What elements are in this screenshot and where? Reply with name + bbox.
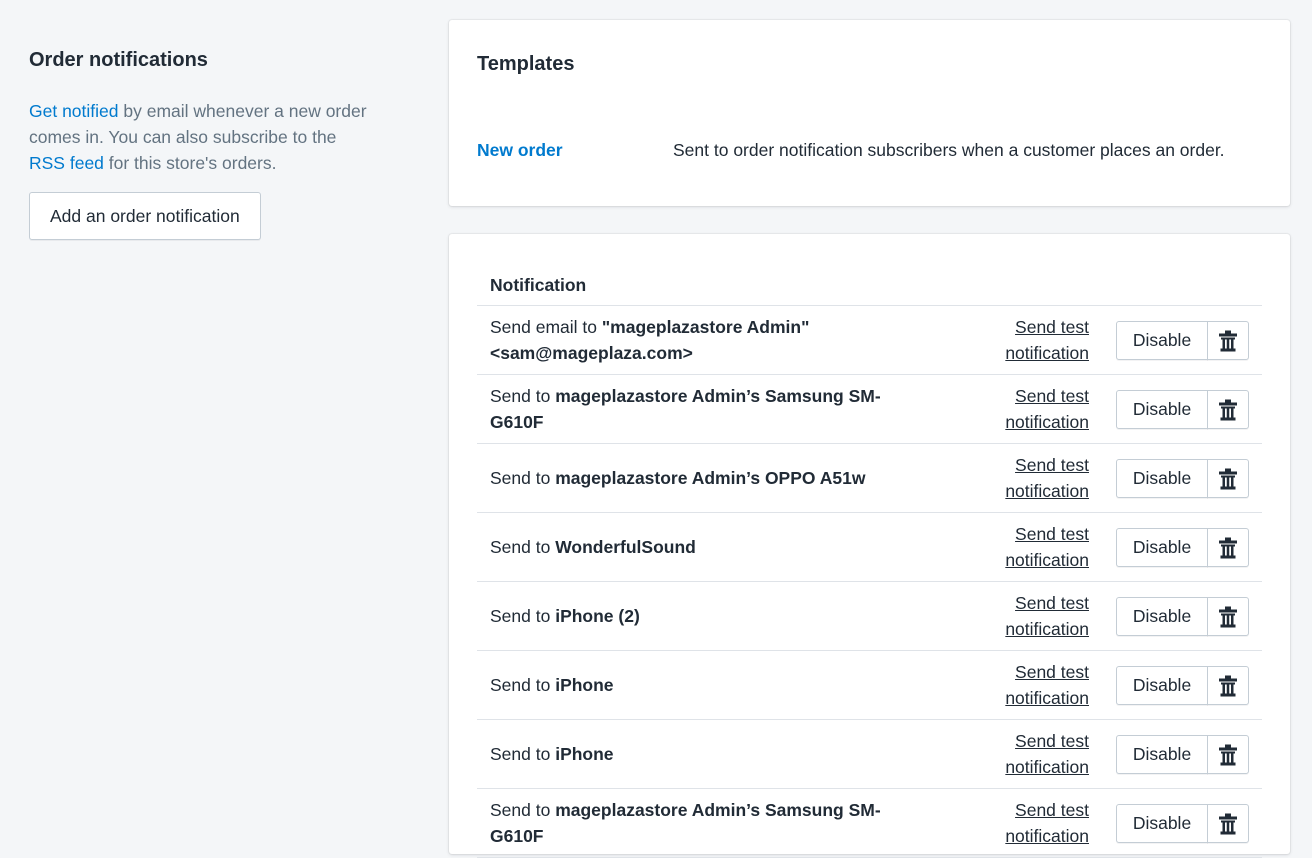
notification-recipient: mageplazastore Admin’s OPPO A51w [555, 468, 866, 488]
send-test-notification-link[interactable]: Send test notification [957, 383, 1089, 435]
template-new-order-link[interactable]: New order [477, 137, 563, 163]
row-actions: Disable [1116, 735, 1249, 774]
template-new-order-description: Sent to order notification subscribers w… [673, 140, 1225, 160]
table-header: Notification [477, 264, 1262, 306]
row-actions: Disable [1116, 804, 1249, 843]
table-row: Send to iPhone (2) Send test notificatio… [477, 582, 1262, 651]
notification-target: Send to mageplazastore Admin’s Samsung S… [490, 375, 910, 443]
disable-button[interactable]: Disable [1116, 528, 1208, 567]
delete-button[interactable] [1207, 804, 1249, 843]
trash-icon [1219, 537, 1237, 558]
trash-icon [1219, 606, 1237, 627]
send-test-notification-link[interactable]: Send test notification [957, 728, 1089, 780]
templates-title: Templates [477, 53, 575, 75]
delete-button[interactable] [1207, 528, 1249, 567]
row-actions: Disable [1116, 459, 1249, 498]
disable-button[interactable]: Disable [1116, 804, 1208, 843]
disable-button[interactable]: Disable [1116, 735, 1208, 774]
notification-prefix: Send to [490, 800, 556, 820]
notification-prefix: Send to [490, 537, 556, 557]
delete-button[interactable] [1207, 321, 1249, 360]
notification-target: Send to iPhone (2) [490, 582, 910, 650]
delete-button[interactable] [1207, 735, 1249, 774]
row-actions: Disable [1116, 597, 1249, 636]
trash-icon [1219, 468, 1237, 489]
send-test-notification-link[interactable]: Send test notification [957, 590, 1089, 642]
notification-prefix: Send to [490, 386, 556, 406]
delete-button[interactable] [1207, 666, 1249, 705]
notification-target: Send to iPhone [490, 720, 910, 788]
table-row: Send to iPhone Send test notification Di… [477, 720, 1262, 789]
trash-icon [1219, 744, 1237, 765]
row-actions: Disable [1116, 528, 1249, 567]
table-row: Send email to "mageplazastore Admin" <sa… [477, 306, 1262, 375]
notification-recipient: iPhone [555, 744, 614, 764]
notification-recipient: WonderfulSound [555, 537, 696, 557]
trash-icon [1219, 330, 1237, 351]
table-row: Send to mageplazastore Admin’s OPPO A51w… [477, 444, 1262, 513]
notification-target: Send to mageplazastore Admin’s OPPO A51w [490, 444, 910, 512]
row-actions: Disable [1116, 390, 1249, 429]
send-test-notification-link[interactable]: Send test notification [957, 521, 1089, 573]
disable-button[interactable]: Disable [1116, 459, 1208, 498]
table-row: Send to iPhone Send test notification Di… [477, 651, 1262, 720]
notification-recipient: iPhone [555, 675, 614, 695]
notifications-rows: Send email to "mageplazastore Admin" <sa… [477, 306, 1262, 858]
notification-prefix: Send email to [490, 317, 602, 337]
description-text-2: for this store's orders. [103, 153, 277, 173]
notifications-card: Notification Send email to "mageplazasto… [449, 234, 1290, 858]
disable-button[interactable]: Disable [1116, 666, 1208, 705]
disable-button[interactable]: Disable [1116, 597, 1208, 636]
delete-button[interactable] [1207, 390, 1249, 429]
templates-card: Templates New order Sent to order notifi… [449, 20, 1290, 206]
notification-target: Send email to "mageplazastore Admin" <sa… [490, 306, 910, 374]
disable-button[interactable]: Disable [1116, 321, 1208, 360]
notification-prefix: Send to [490, 468, 556, 488]
row-actions: Disable [1116, 321, 1249, 360]
trash-icon [1219, 399, 1237, 420]
rss-feed-link[interactable]: RSS feed [29, 153, 104, 173]
delete-button[interactable] [1207, 459, 1249, 498]
notification-target: Send to WonderfulSound [490, 513, 910, 581]
notification-prefix: Send to [490, 606, 556, 626]
notification-prefix: Send to [490, 744, 556, 764]
trash-icon [1219, 675, 1237, 696]
order-notifications-section: Order notifications Get notified by emai… [29, 44, 369, 240]
table-row: Send to WonderfulSound Send test notific… [477, 513, 1262, 582]
send-test-notification-link[interactable]: Send test notification [957, 659, 1089, 711]
add-order-notification-button[interactable]: Add an order notification [29, 192, 261, 240]
trash-icon [1219, 813, 1237, 834]
table-row: Send to mageplazastore Admin’s Samsung S… [477, 789, 1262, 858]
notification-recipient: iPhone (2) [555, 606, 640, 626]
notification-prefix: Send to [490, 675, 556, 695]
send-test-notification-link[interactable]: Send test notification [957, 452, 1089, 504]
delete-button[interactable] [1207, 597, 1249, 636]
table-row: Send to mageplazastore Admin’s Samsung S… [477, 375, 1262, 444]
disable-button[interactable]: Disable [1116, 390, 1208, 429]
notification-column-header: Notification [490, 275, 587, 295]
send-test-notification-link[interactable]: Send test notification [957, 314, 1089, 366]
notification-target: Send to iPhone [490, 651, 910, 719]
section-description: Get notified by email whenever a new ord… [29, 98, 369, 176]
get-notified-link[interactable]: Get notified [29, 101, 119, 121]
notification-target: Send to mageplazastore Admin’s Samsung S… [490, 789, 910, 857]
section-title: Order notifications [29, 49, 208, 71]
row-actions: Disable [1116, 666, 1249, 705]
send-test-notification-link[interactable]: Send test notification [957, 797, 1089, 849]
notifications-table: Notification Send email to "mageplazasto… [477, 264, 1262, 858]
